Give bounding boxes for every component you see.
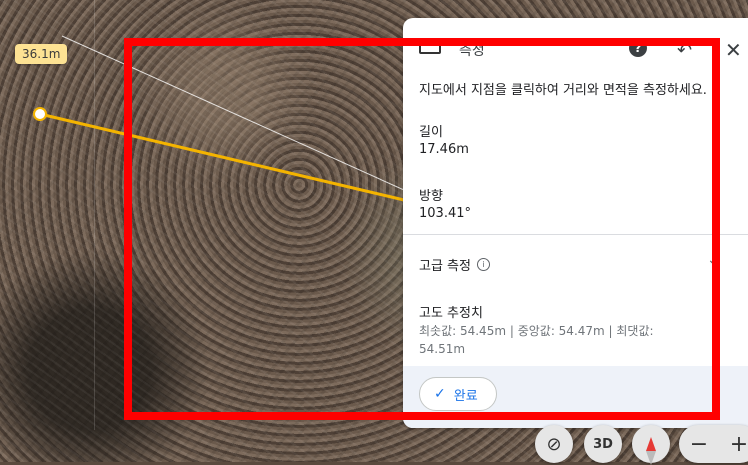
measure-panel: 측정 ? ↶ ✕ 지도에서 지점을 클릭하여 거리와 면적을 측정하세요. 길이… bbox=[403, 18, 748, 428]
undo-icon[interactable]: ↶ bbox=[677, 38, 692, 62]
elevation-title: 고도 추정치 bbox=[419, 306, 483, 321]
divider bbox=[403, 234, 748, 235]
zoom-out-button[interactable]: − bbox=[690, 432, 708, 457]
ruler-icon bbox=[419, 40, 441, 54]
help-icon[interactable]: ? bbox=[629, 39, 647, 57]
compass-button[interactable] bbox=[632, 425, 670, 465]
heading-label: 방향 bbox=[419, 189, 443, 204]
elevation-values: 최솟값: 54.45m | 중앙값: 54.47m | 최댓값: 54.51m bbox=[419, 324, 654, 356]
zoom-in-button[interactable]: + bbox=[730, 432, 748, 457]
distance-label: 36.1m bbox=[15, 44, 68, 64]
crosshair-icon: ⊘ bbox=[546, 433, 562, 455]
heading-value: 103.41° bbox=[419, 206, 471, 221]
chevron-down-icon[interactable]: ⌄ bbox=[707, 252, 719, 268]
measure-line bbox=[39, 112, 405, 202]
orthographic-toggle-button[interactable]: ⊘ bbox=[535, 425, 573, 463]
done-button[interactable]: ✓ 완료 bbox=[419, 377, 497, 411]
measure-point[interactable] bbox=[33, 107, 47, 121]
advanced-measure-toggle[interactable]: 고급 측정 i bbox=[419, 255, 490, 274]
info-icon[interactable]: i bbox=[476, 258, 490, 271]
length-value: 17.46m bbox=[419, 142, 469, 157]
length-label: 길이 bbox=[419, 125, 443, 140]
panel-title: 측정 bbox=[459, 43, 485, 59]
3d-button[interactable]: 3D bbox=[584, 425, 622, 463]
done-label: 완료 bbox=[453, 388, 478, 404]
compass-icon bbox=[646, 437, 656, 465]
check-icon: ✓ bbox=[434, 386, 446, 402]
instruction-text: 지도에서 지점을 클릭하여 거리와 면적을 측정하세요. bbox=[419, 83, 707, 98]
guide-line bbox=[61, 35, 405, 191]
advanced-measure-label: 고급 측정 bbox=[419, 259, 471, 274]
close-icon[interactable]: ✕ bbox=[725, 38, 742, 62]
zoom-control: − + bbox=[679, 425, 748, 463]
